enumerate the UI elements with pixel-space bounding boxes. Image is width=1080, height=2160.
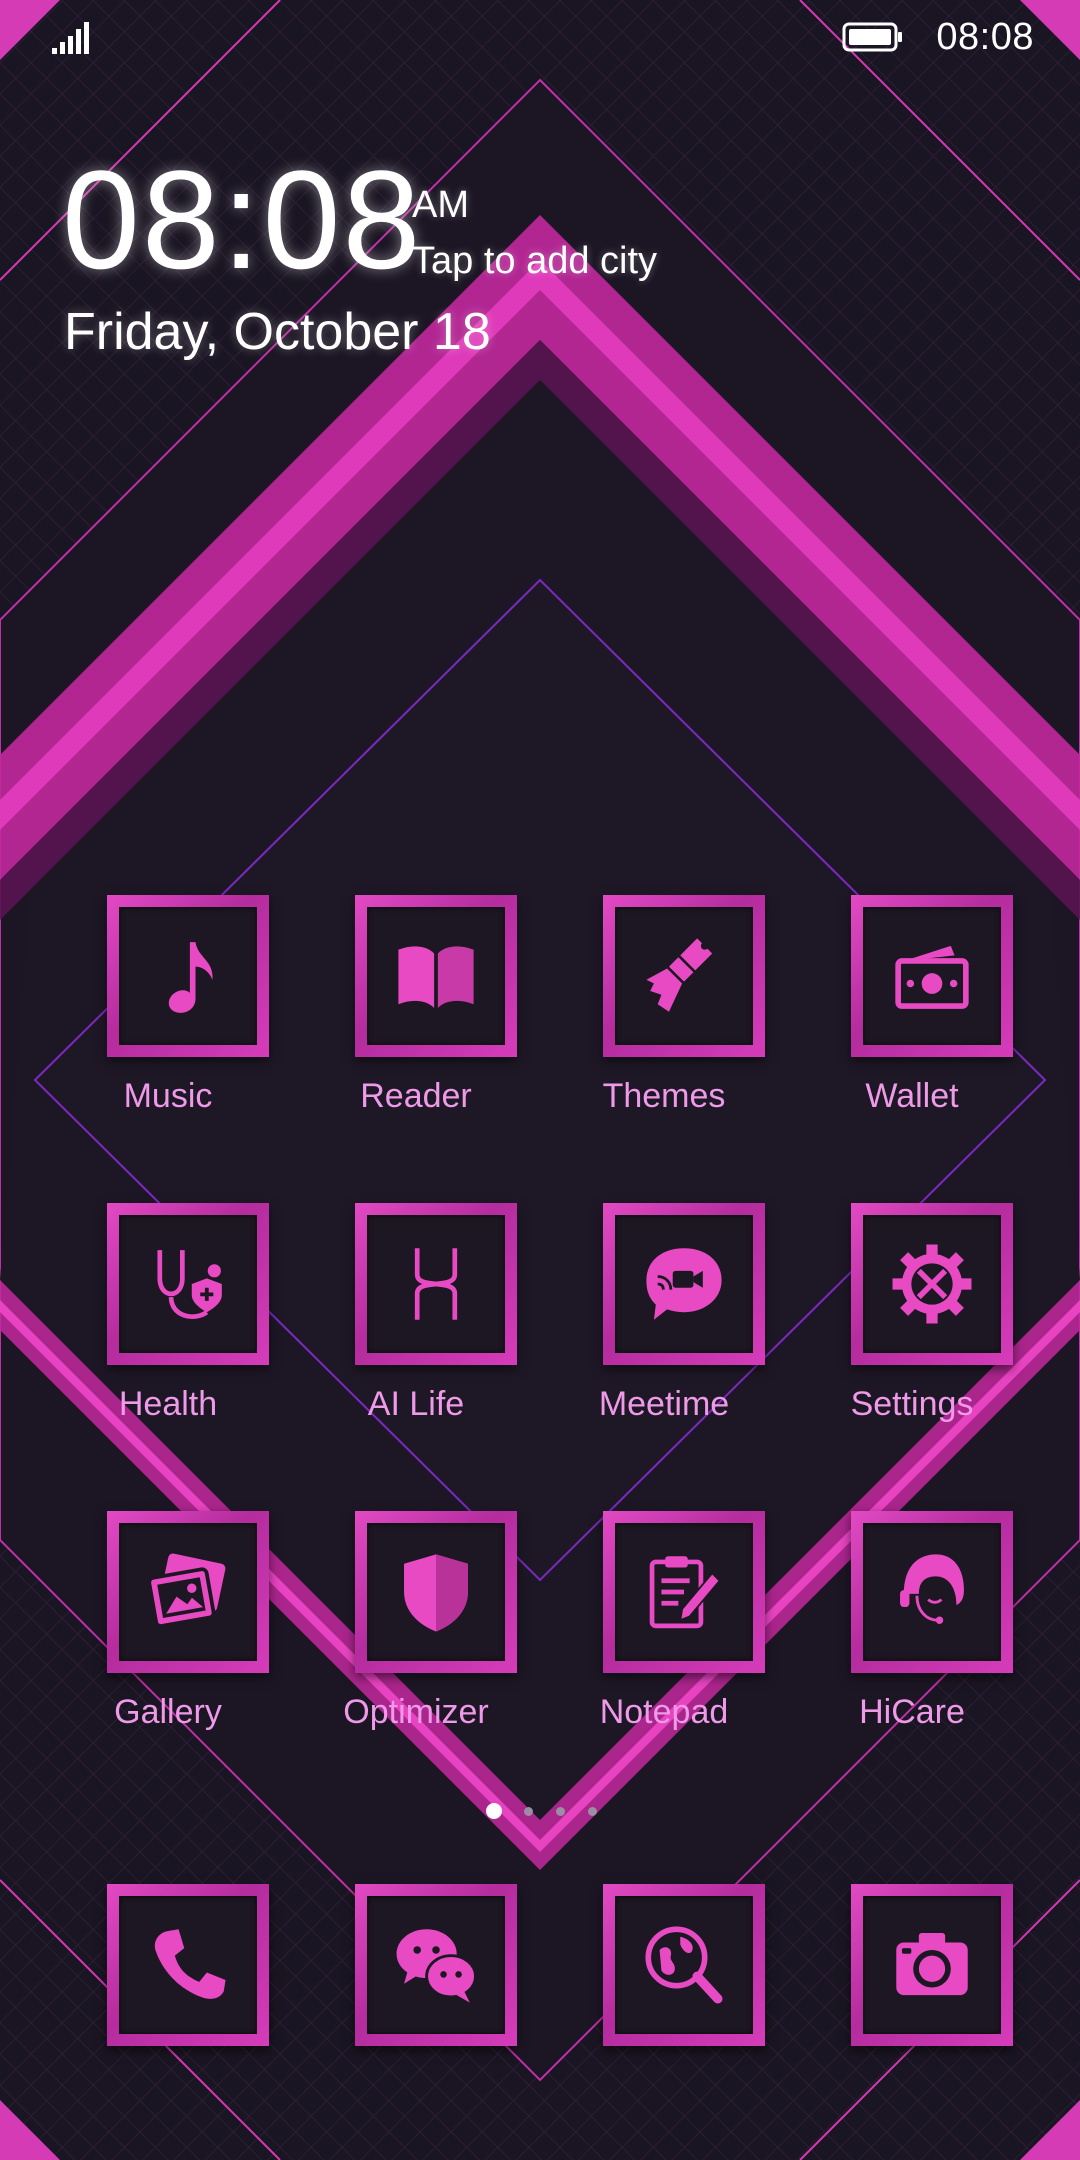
app-label: Optimizer — [343, 1693, 489, 1731]
phone-icon — [154, 1929, 226, 1999]
chat-icon — [396, 1929, 477, 2003]
app-meetime[interactable]: Meetime — [540, 1203, 788, 1463]
app-tile — [355, 1203, 517, 1365]
app-ai-life[interactable]: AI Life — [292, 1203, 540, 1463]
app-tile — [851, 1203, 1013, 1365]
app-label: Gallery — [114, 1693, 222, 1731]
clock-date[interactable]: Friday, October 18 — [64, 302, 491, 362]
headset-icon — [900, 1554, 964, 1624]
app-label: Wallet — [865, 1077, 959, 1115]
app-tile — [603, 1203, 765, 1365]
browser-icon — [645, 1926, 723, 2004]
gallery-icon — [147, 1553, 226, 1628]
page-dot[interactable] — [588, 1807, 597, 1816]
dock-chat[interactable] — [292, 1884, 540, 2144]
music-note-icon — [168, 942, 213, 1013]
app-label: Health — [118, 1385, 218, 1423]
page-dot[interactable] — [524, 1807, 533, 1816]
app-label: AI Life — [367, 1385, 465, 1423]
ai-life-icon — [414, 1248, 458, 1320]
app-tile — [355, 895, 517, 1057]
app-label: Meetime — [598, 1385, 730, 1423]
app-tile — [851, 1884, 1013, 2046]
app-tile — [851, 1511, 1013, 1673]
app-health[interactable]: Health — [44, 1203, 292, 1463]
app-tile — [355, 1511, 517, 1673]
app-tile — [107, 1511, 269, 1673]
app-settings[interactable]: Settings — [788, 1203, 1036, 1463]
app-tile — [603, 1884, 765, 2046]
camera-icon — [896, 1933, 968, 1996]
status-time: 08:08 — [936, 16, 1034, 58]
dock-camera[interactable] — [788, 1884, 1036, 2144]
app-notepad[interactable]: Notepad — [540, 1511, 788, 1771]
app-label: Settings — [850, 1385, 974, 1423]
app-tile — [107, 1884, 269, 2046]
gear-icon — [892, 1244, 972, 1324]
shield-icon — [404, 1554, 468, 1632]
app-gallery[interactable]: Gallery — [44, 1511, 292, 1771]
page-indicator[interactable] — [486, 1803, 606, 1823]
app-themes[interactable]: Themes — [540, 895, 788, 1155]
video-chat-icon — [646, 1248, 722, 1320]
wallet-icon — [895, 945, 969, 1009]
notepad-icon — [649, 1556, 721, 1629]
battery-icon — [842, 22, 902, 52]
dock-browser[interactable] — [540, 1884, 788, 2144]
add-city-link[interactable]: Tap to add city — [412, 240, 657, 283]
app-optimizer[interactable]: Optimizer — [292, 1511, 540, 1771]
app-tile — [107, 895, 269, 1057]
app-tile — [603, 895, 765, 1057]
status-bar: 08:08 — [0, 0, 1080, 76]
app-tile — [603, 1511, 765, 1673]
book-icon — [398, 946, 474, 1008]
app-label: Reader — [360, 1077, 472, 1115]
clock-time[interactable]: 08:08 — [62, 150, 422, 290]
app-tile — [355, 1884, 517, 2046]
signal-icon — [52, 22, 89, 54]
app-reader[interactable]: Reader — [292, 895, 540, 1155]
app-tile — [107, 1203, 269, 1365]
app-hicare[interactable]: HiCare — [788, 1511, 1036, 1771]
app-label: HiCare — [859, 1693, 965, 1731]
stethoscope-icon — [157, 1250, 222, 1319]
page-dot-active[interactable] — [486, 1803, 502, 1819]
app-music[interactable]: Music — [44, 895, 292, 1155]
clock-ampm: AM — [412, 184, 469, 226]
dock-phone[interactable] — [44, 1884, 292, 2144]
app-label: Themes — [602, 1077, 726, 1115]
page-dot[interactable] — [556, 1807, 565, 1816]
app-label: Music — [123, 1077, 213, 1115]
app-tile — [851, 895, 1013, 1057]
app-label: Notepad — [599, 1693, 729, 1731]
app-wallet[interactable]: Wallet — [788, 895, 1036, 1155]
paintbrush-icon — [646, 938, 713, 1012]
